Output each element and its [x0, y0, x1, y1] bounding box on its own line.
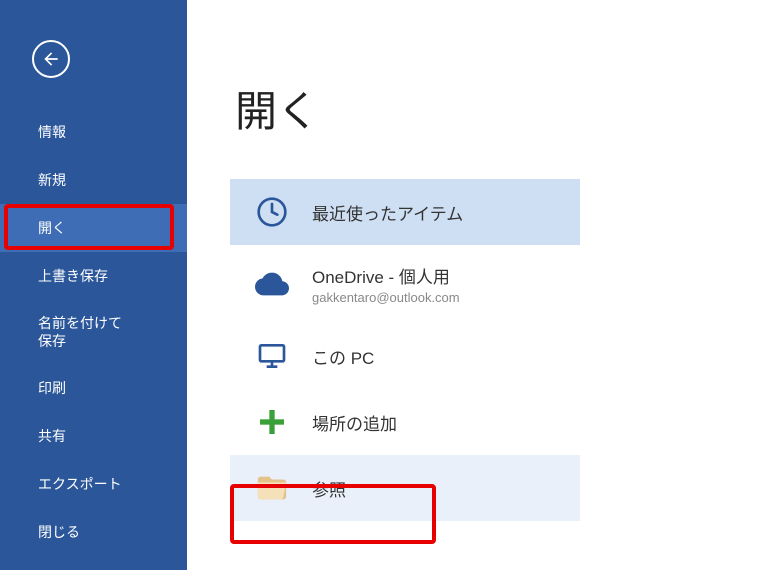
open-location-list: 最近使ったアイテム OneDrive - 個人用 gakkentaro@outl… — [230, 179, 580, 521]
monitor-icon — [254, 338, 290, 374]
sidebar-item-export[interactable]: エクスポート — [0, 460, 187, 508]
location-browse[interactable]: 参照 — [230, 455, 580, 521]
sidebar-item-new[interactable]: 新規 — [0, 156, 187, 204]
sidebar-item-label: 印刷 — [38, 380, 66, 396]
folder-icon — [254, 470, 290, 506]
backstage-content: 開く 最近使ったアイテム OneDrive - 個人用 gakkentaro@o… — [187, 0, 760, 570]
sidebar-item-label: 情報 — [38, 124, 66, 140]
sidebar-item-label: 名前を付けて 保存 — [38, 315, 122, 349]
sidebar-item-label: エクスポート — [38, 476, 122, 492]
plus-icon — [254, 404, 290, 440]
page-title: 開く — [235, 78, 760, 139]
sidebar-item-share[interactable]: 共有 — [0, 412, 187, 460]
location-recent[interactable]: 最近使ったアイテム — [230, 179, 580, 245]
sidebar-item-label: 上書き保存 — [38, 268, 108, 284]
clock-icon — [254, 194, 290, 230]
back-button[interactable] — [32, 40, 70, 78]
location-label: 参照 — [312, 476, 346, 501]
arrow-left-icon — [41, 49, 61, 69]
cloud-icon — [254, 266, 290, 302]
sidebar-item-print[interactable]: 印刷 — [0, 364, 187, 412]
sidebar-item-label: 開く — [38, 220, 66, 236]
sidebar-item-label: 新規 — [38, 172, 66, 188]
sidebar-item-save[interactable]: 上書き保存 — [0, 252, 187, 300]
location-label: この PC — [312, 344, 374, 369]
backstage-sidebar: 情報 新規 開く 上書き保存 名前を付けて 保存 印刷 共有 エクスポート 閉じ… — [0, 0, 187, 570]
sidebar-item-close[interactable]: 閉じる — [0, 508, 187, 556]
sidebar-item-open[interactable]: 開く — [0, 204, 187, 252]
location-label: 場所の追加 — [312, 410, 397, 435]
sidebar-item-info[interactable]: 情報 — [0, 108, 187, 156]
location-email: gakkentaro@outlook.com — [312, 290, 460, 305]
location-addplace[interactable]: 場所の追加 — [230, 389, 580, 455]
sidebar-item-label: 共有 — [38, 428, 66, 444]
location-label: 最近使ったアイテム — [312, 200, 463, 225]
location-label: OneDrive - 個人用 — [312, 263, 460, 288]
location-onedrive[interactable]: OneDrive - 個人用 gakkentaro@outlook.com — [230, 245, 580, 323]
sidebar-item-label: 閉じる — [38, 524, 80, 540]
location-thispc[interactable]: この PC — [230, 323, 580, 389]
sidebar-item-saveas[interactable]: 名前を付けて 保存 — [0, 300, 187, 364]
